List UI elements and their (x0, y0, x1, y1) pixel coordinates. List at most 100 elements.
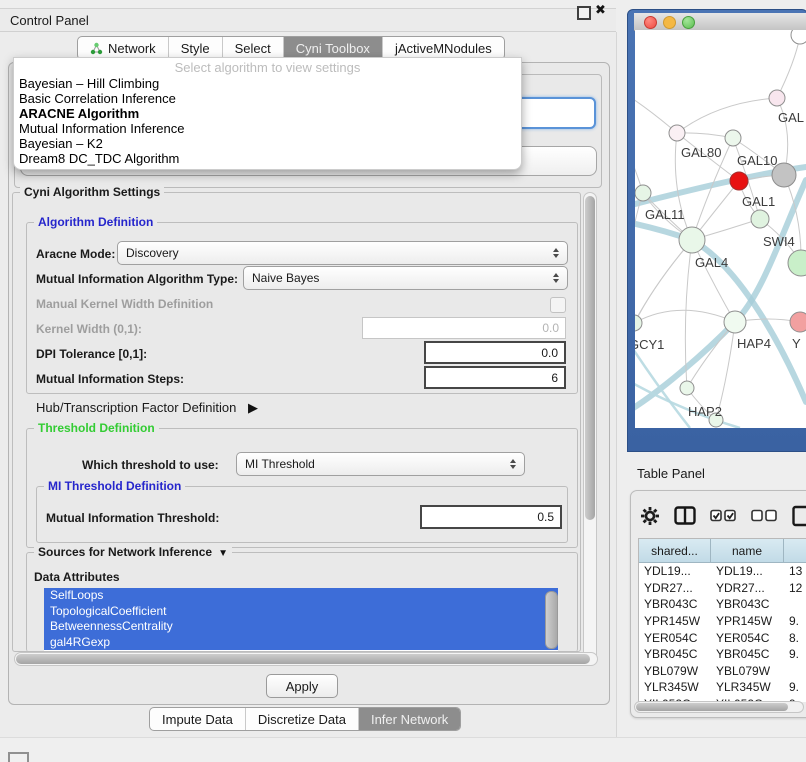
table-row[interactable]: YBR045CYBR045C9. (639, 646, 806, 663)
network-window-titlebar[interactable] (634, 13, 806, 31)
tab-network-label: Network (108, 41, 156, 56)
table-header-row: shared...name (639, 539, 806, 563)
dpi-tolerance-label: DPI Tolerance [0,1]: (36, 347, 147, 361)
tab-discretize-data[interactable]: Discretize Data (246, 708, 359, 730)
table-row[interactable]: YBR043CYBR043C (639, 596, 806, 613)
combo-arrows-icon (553, 248, 559, 258)
which-threshold-combobox[interactable]: MI Threshold (236, 452, 525, 476)
gear-icon[interactable] (640, 506, 660, 531)
tab-style[interactable]: Style (169, 37, 223, 59)
tab-jactivemnodules[interactable]: jActiveMNodules (383, 37, 504, 59)
column-header-name[interactable]: name (711, 539, 784, 562)
apply-button[interactable]: Apply (266, 674, 338, 698)
dpi-tolerance-field[interactable]: 0.0 (424, 341, 566, 364)
table-cell: YER054C (711, 631, 784, 645)
algorithm-option-basic-correlation-inference[interactable]: Basic Correlation Inference (14, 91, 521, 106)
table-row[interactable]: YLR345WYLR345W9. (639, 679, 806, 696)
node-gal11[interactable] (635, 185, 651, 201)
collapse-down-icon: ▼ (218, 548, 228, 559)
node-gcy1[interactable] (635, 315, 642, 331)
node-gal-pink[interactable] (769, 90, 785, 106)
mac-zoom-button[interactable] (682, 16, 695, 29)
close-icon[interactable]: ✖ (595, 2, 606, 18)
select-all-checkboxes-icon[interactable] (710, 509, 737, 527)
application-window: Control Panel ✖ Network StyleSelectCyni T… (0, 0, 806, 762)
attribute-item-gal4rgexp[interactable]: gal4RGexp (44, 635, 558, 651)
table-cell: YDL19... (639, 564, 711, 578)
float-window-icon[interactable] (577, 6, 591, 20)
import-table-icon[interactable] (792, 505, 806, 532)
tab-cyni-toolbox[interactable]: Cyni Toolbox (284, 37, 383, 59)
mi-threshold-field[interactable]: 0.5 (420, 505, 562, 529)
aracne-mode-value: Discovery (126, 246, 179, 260)
algorithm-option-dream8-dc-tdc-algorithm[interactable]: Dream8 DC_TDC Algorithm (14, 151, 521, 166)
node-gal4[interactable] (679, 227, 705, 253)
settings-vertical-scrollbar-thumb[interactable] (585, 196, 595, 520)
node-label-y: Y (792, 336, 801, 351)
algorithm-option-mutual-information-inference[interactable]: Mutual Information Inference (14, 121, 521, 136)
tab-infer-network[interactable]: Infer Network (359, 708, 460, 730)
table-cell: YBL079W (639, 664, 711, 678)
algorithm-definition-title: Algorithm Definition (34, 215, 157, 229)
node-red[interactable] (730, 172, 748, 190)
mi-type-value: Naive Bayes (252, 271, 319, 285)
panel-title: Control Panel (10, 13, 89, 28)
attribute-list-scrollbar[interactable] (545, 591, 558, 649)
clear-checkboxes-icon[interactable] (751, 509, 778, 527)
data-attributes-list: SelfLoopsTopologicalCoefficientBetweenne… (44, 588, 558, 651)
node-gal80[interactable] (669, 125, 685, 141)
kernel-width-label: Kernel Width (0,1): (36, 322, 142, 336)
table-cell: YLR345W (639, 680, 711, 694)
node-gal1[interactable] (751, 210, 769, 228)
attribute-item-topologicalcoefficient[interactable]: TopologicalCoefficient (44, 604, 558, 620)
tab-impute-data[interactable]: Impute Data (150, 708, 246, 730)
table-cell: 9. (784, 614, 806, 628)
node-swi4-big[interactable] (788, 250, 806, 276)
hub-definition-expander[interactable]: Hub/Transcription Factor Definition ▶ (36, 400, 258, 416)
split-columns-icon[interactable] (674, 506, 696, 530)
node-label-gal11: GAL11 (645, 207, 685, 222)
manual-kernel-checkbox[interactable] (550, 297, 566, 313)
algorithm-option-bayesian-k2[interactable]: Bayesian – K2 (14, 136, 521, 151)
tab-select[interactable]: Select (223, 37, 284, 59)
table-horizontal-scrollbar-thumb[interactable] (636, 703, 788, 711)
node-top-cut[interactable] (791, 30, 806, 44)
mi-type-combobox[interactable]: Naive Bayes (243, 266, 568, 290)
cut-corner-widget (8, 752, 29, 762)
column-header-shared[interactable]: shared... (639, 539, 711, 562)
mac-minimize-button[interactable] (663, 16, 676, 29)
table-row[interactable]: YPR145WYPR145W9. (639, 613, 806, 630)
attribute-item-selfloops[interactable]: SelfLoops (44, 588, 558, 604)
table-cell: YDL19... (711, 564, 784, 578)
tab-discretize-data-label: Discretize Data (258, 712, 346, 727)
aracne-mode-combobox[interactable]: Discovery (117, 241, 568, 265)
mi-threshold-value: 0.5 (537, 510, 554, 524)
table-cell: 12 (784, 581, 806, 595)
table-row[interactable]: YER054CYER054C8. (639, 629, 806, 646)
kernel-width-field[interactable]: 0.0 (362, 317, 566, 339)
mac-close-button[interactable] (644, 16, 657, 29)
node-hap2[interactable] (680, 381, 694, 395)
mi-steps-field[interactable]: 6 (424, 366, 566, 389)
table-row[interactable]: YBL079WYBL079W (639, 663, 806, 680)
table-row[interactable]: YDL19...YDL19...13 (639, 563, 806, 580)
node-salmon[interactable] (790, 312, 806, 332)
column-header-col3[interactable] (784, 539, 806, 562)
network-canvas[interactable]: GALGAL80GAL10GAL1GAL11SWI4GAL4GCY1HAP4YH… (635, 30, 806, 428)
algorithm-option-aracne-algorithm[interactable]: ARACNE Algorithm (14, 106, 521, 121)
node-hap4[interactable] (724, 311, 746, 333)
settings-horizontal-scrollbar-thumb[interactable] (16, 654, 590, 664)
combo-arrows-icon (510, 459, 516, 469)
node-label-swi4: SWI4 (763, 234, 795, 249)
combo-arrows-icon (553, 273, 559, 283)
algorithm-option-bayesian-hill-climbing[interactable]: Bayesian – Hill Climbing (14, 76, 521, 91)
attribute-item-betweennesscentrality[interactable]: BetweennessCentrality (44, 619, 558, 635)
table-row[interactable]: YDR27...YDR27...12 (639, 580, 806, 597)
tab-jactivemnodules-label: jActiveMNodules (395, 41, 492, 56)
table-cell: 13 (784, 564, 806, 578)
node-gal10[interactable] (725, 130, 741, 146)
tab-network[interactable]: Network (78, 37, 169, 59)
algorithm-dropdown-list: Select algorithm to view settings Bayesi… (13, 57, 522, 170)
network-edge (635, 240, 692, 340)
node-label-gcy1: GCY1 (635, 337, 664, 352)
